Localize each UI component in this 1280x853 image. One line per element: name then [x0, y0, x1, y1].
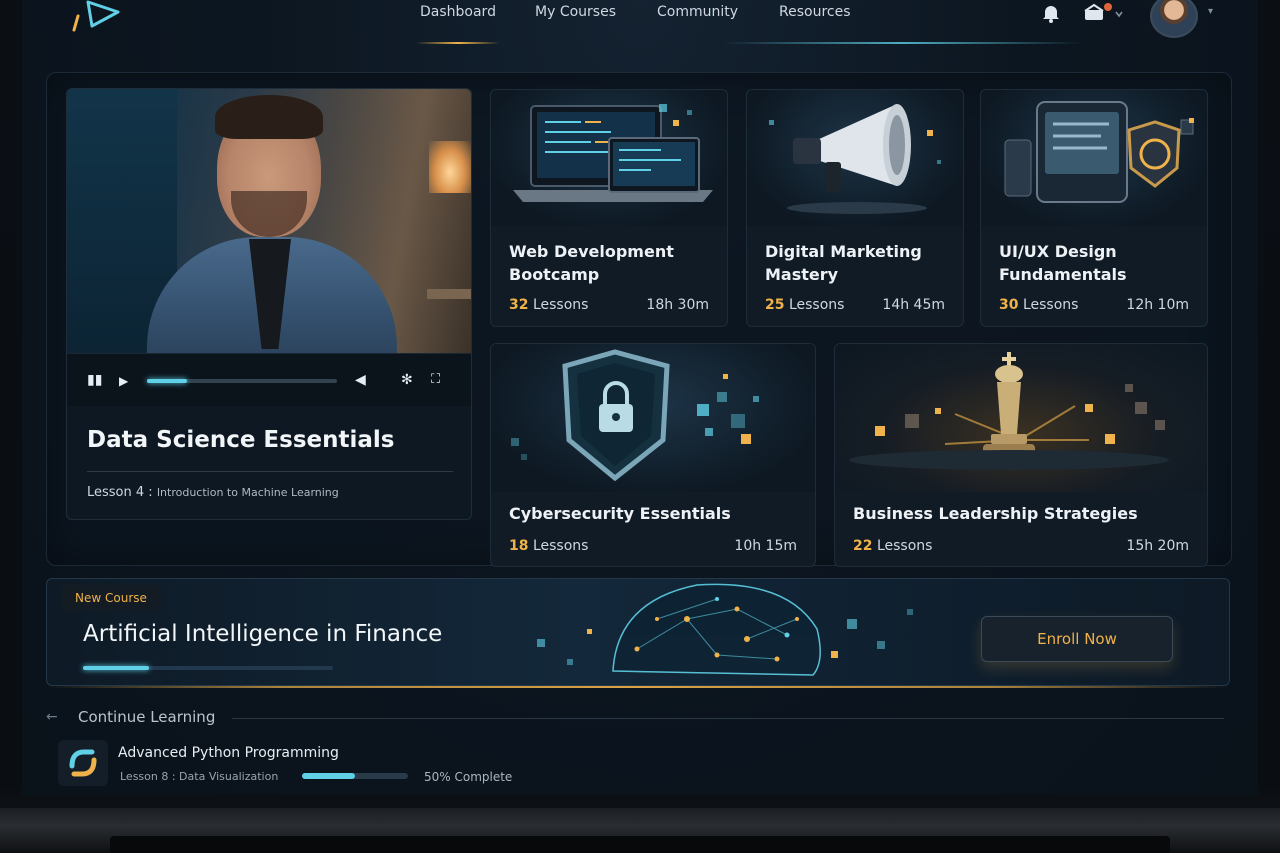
laptop-illustration — [491, 90, 727, 226]
course-title: Business Leadership Strategies — [853, 504, 1138, 523]
app-screen: Dashboard My Courses Community Resources… — [22, 0, 1258, 795]
back-arrow-icon[interactable]: ← — [46, 709, 58, 725]
lesson-count: 22 Lessons — [853, 538, 932, 554]
logo-icon[interactable] — [70, 0, 130, 32]
volume-icon[interactable]: ◀ — [355, 372, 366, 388]
video-progress-fill — [147, 379, 187, 383]
course-progress-bar — [302, 773, 408, 779]
new-course-badge: New Course — [61, 585, 161, 611]
brain-network-icon — [537, 583, 913, 676]
course-title-line1: Web Development — [509, 242, 674, 261]
top-nav: Dashboard My Courses Community Resources… — [22, 0, 1258, 44]
nav-dashboard[interactable]: Dashboard — [420, 4, 496, 20]
lesson-count-label: Lessons — [532, 538, 589, 554]
course-title-line2: Bootcamp — [509, 265, 600, 284]
course-title: Web Development Bootcamp — [509, 240, 674, 286]
divider — [87, 471, 453, 472]
featured-lesson: Lesson 4 : Introduction to Machine Learn… — [87, 485, 339, 500]
nav-glow-line — [722, 42, 1082, 44]
presenter-hair — [215, 95, 323, 139]
settings-icon[interactable]: ✻ — [401, 372, 413, 388]
banner-title: Artificial Intelligence in Finance — [83, 621, 443, 647]
background-shelf — [427, 289, 471, 299]
lesson-count-label: Lessons — [1022, 297, 1079, 313]
featured-title: Data Science Essentials — [87, 427, 395, 453]
background-lamp — [429, 141, 471, 193]
new-course-banner: New Course Artificial Intelligence in Fi… — [46, 578, 1230, 686]
avatar[interactable] — [1150, 0, 1198, 38]
lesson-count: 30 Lessons — [999, 297, 1078, 313]
course-title: Advanced Python Programming — [118, 745, 339, 761]
keyboard — [110, 836, 1170, 853]
lesson-count-value: 32 — [509, 297, 529, 313]
video-controls: ▮▮ ▶ ◀ ✻ ⛶ — [67, 353, 471, 406]
course-title: UI/UX Design Fundamentals — [999, 240, 1127, 286]
lesson-count-value: 22 — [853, 538, 873, 554]
lesson-prefix: Lesson 4 : — [87, 485, 153, 500]
divider — [232, 718, 1224, 719]
lesson-count-value: 30 — [999, 297, 1019, 313]
fullscreen-icon[interactable]: ⛶ — [431, 372, 440, 387]
tablet-shield-icon — [981, 90, 1207, 226]
enroll-now-button[interactable]: Enroll Now — [981, 616, 1173, 662]
course-duration: 14h 45m — [882, 297, 945, 313]
progress-text: 50% Complete — [424, 770, 513, 784]
course-card-business-leadership[interactable]: Business Leadership Strategies 22 Lesson… — [834, 343, 1208, 567]
nav-community[interactable]: Community — [657, 4, 738, 20]
divider — [46, 686, 1228, 688]
lesson-count-label: Lessons — [788, 297, 845, 313]
video-player[interactable] — [67, 89, 471, 367]
continue-learning-item[interactable]: Advanced Python Programming Lesson 8 : D… — [54, 738, 734, 788]
course-duration: 15h 20m — [1126, 538, 1189, 554]
course-card-cybersecurity[interactable]: Cybersecurity Essentials 18 Lessons 10h … — [490, 343, 816, 567]
notifications-icon[interactable] — [1082, 2, 1128, 24]
course-progress-fill — [302, 773, 355, 779]
lesson-count: 18 Lessons — [509, 538, 588, 554]
video-progress-bar[interactable] — [147, 379, 337, 383]
course-title: Digital Marketing Mastery — [765, 240, 922, 286]
lesson-count-label: Lessons — [532, 297, 589, 313]
chess-king-icon — [835, 344, 1207, 492]
course-card-uiux-design[interactable]: UI/UX Design Fundamentals 30 Lessons 12h … — [980, 89, 1208, 327]
lesson-count: 25 Lessons — [765, 297, 844, 313]
lesson-count-value: 18 — [509, 538, 529, 554]
course-title-line2: Mastery — [765, 265, 839, 284]
lesson-label: Lesson 8 : Data Visualization — [120, 770, 279, 783]
lesson-name: Introduction to Machine Learning — [156, 486, 339, 499]
laptop-base — [0, 808, 1280, 853]
lesson-count: 32 Lessons — [509, 297, 588, 313]
nav-my-courses[interactable]: My Courses — [535, 4, 616, 20]
course-title: Cybersecurity Essentials — [509, 504, 731, 523]
nav-resources[interactable]: Resources — [779, 4, 851, 20]
continue-learning-heading: Continue Learning — [78, 708, 216, 726]
lesson-count-value: 25 — [765, 297, 785, 313]
chevron-down-icon[interactable]: ▾ — [1208, 6, 1213, 17]
course-duration: 18h 30m — [646, 297, 709, 313]
course-title-line1: Digital Marketing — [765, 242, 922, 261]
active-tab-indicator — [416, 42, 500, 44]
course-duration: 12h 10m — [1126, 297, 1189, 313]
next-icon[interactable]: ▶ — [119, 374, 128, 388]
course-title-line2: Fundamentals — [999, 265, 1127, 284]
course-title-line1: UI/UX Design — [999, 242, 1117, 261]
shield-lock-icon — [491, 344, 815, 492]
course-card-digital-marketing[interactable]: Digital Marketing Mastery 25 Lessons 14h … — [746, 89, 964, 327]
course-card-web-development[interactable]: Web Development Bootcamp 32 Lessons 18h 3… — [490, 89, 728, 327]
pause-icon[interactable]: ▮▮ — [87, 372, 102, 388]
banner-progress-fill — [83, 666, 149, 670]
lesson-count-label: Lessons — [876, 538, 933, 554]
banner-progress — [83, 666, 333, 670]
course-duration: 10h 15m — [734, 538, 797, 554]
megaphone-icon — [747, 90, 963, 226]
python-icon — [58, 740, 108, 786]
featured-course: ▮▮ ▶ ◀ ✻ ⛶ Data Science Essentials Lesso… — [66, 88, 472, 520]
bell-icon[interactable] — [1040, 2, 1062, 24]
